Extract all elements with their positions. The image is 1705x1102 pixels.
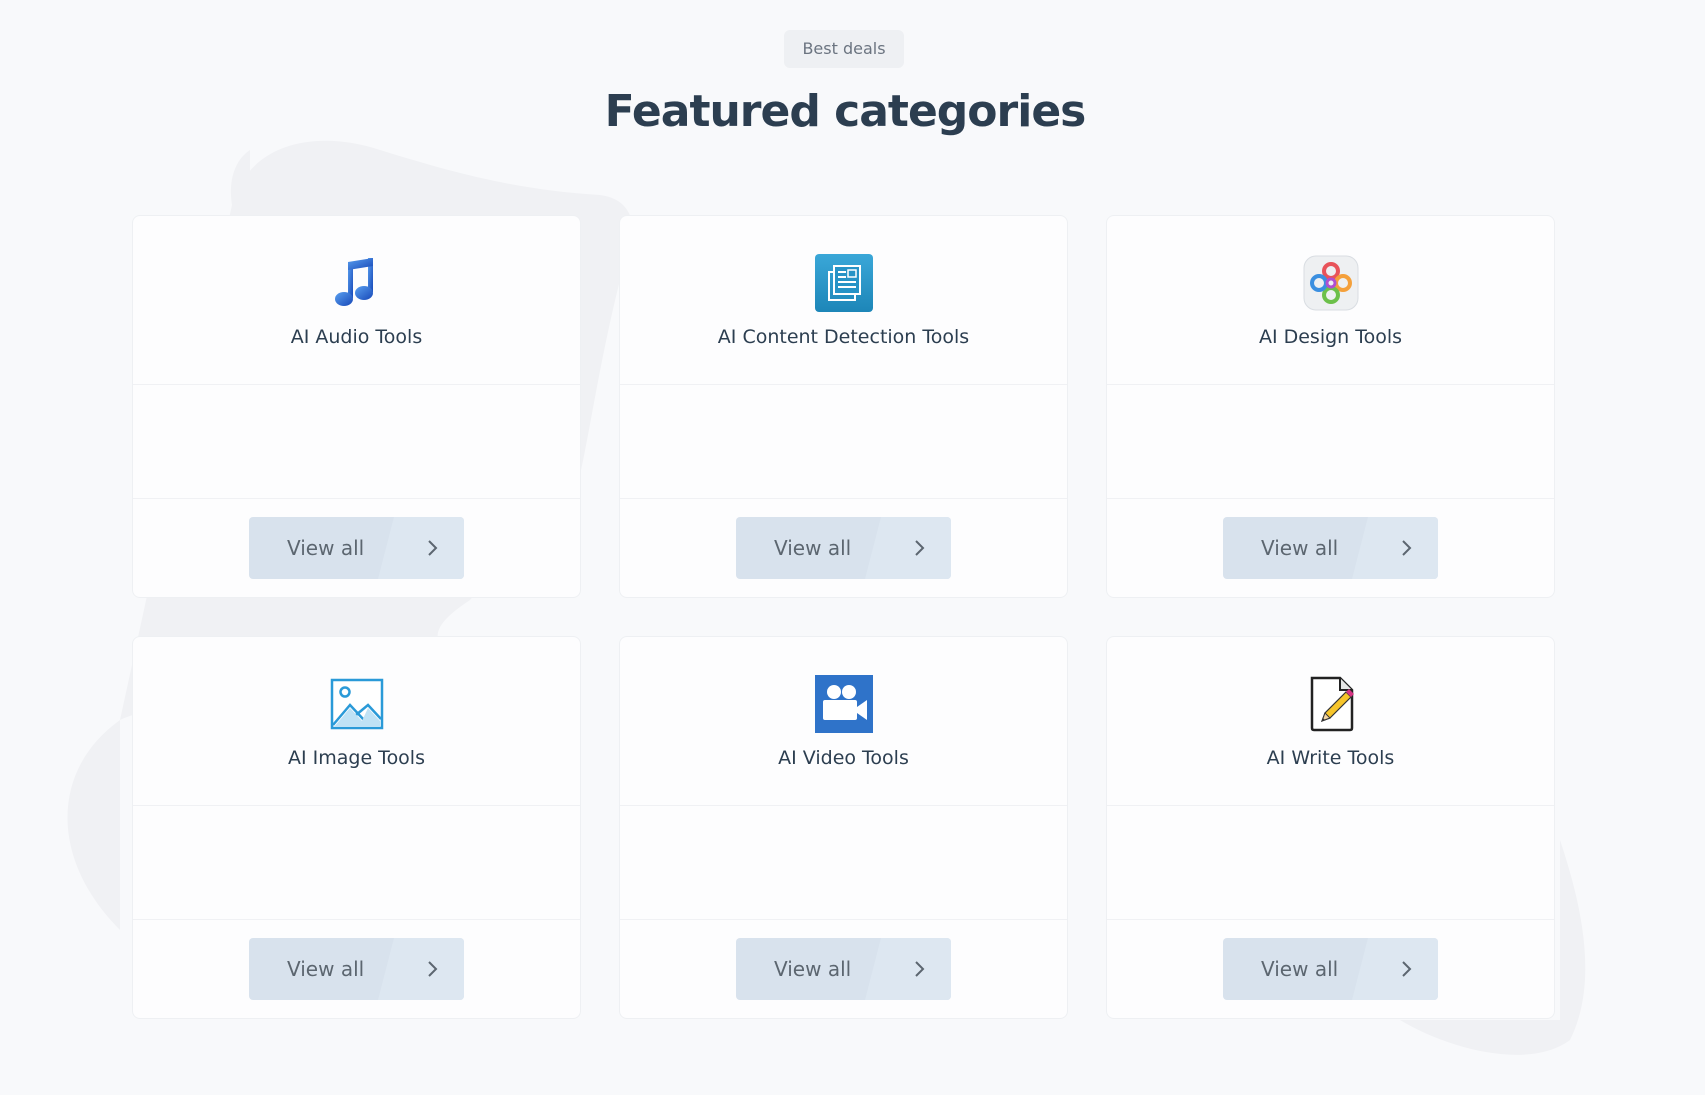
write-pencil-icon — [1310, 676, 1354, 732]
best-deals-badge: Best deals — [784, 30, 904, 68]
category-grid: AI Audio Tools View all AI Content Detec… — [132, 215, 1555, 1019]
view-all-button[interactable]: View all — [249, 938, 464, 1000]
card-body — [133, 385, 580, 499]
view-all-label: View all — [1261, 957, 1339, 981]
view-all-button[interactable]: View all — [736, 938, 951, 1000]
card-body — [620, 806, 1067, 920]
card-body — [1107, 385, 1554, 499]
card-footer: View all — [1107, 920, 1554, 1018]
page-title: Featured categories — [604, 86, 1087, 137]
category-label: AI Video Tools — [778, 747, 909, 769]
category-label: AI Audio Tools — [290, 326, 423, 348]
card-header: AI Video Tools — [620, 637, 1067, 806]
view-all-button[interactable]: View all — [736, 517, 951, 579]
card-header: AI Audio Tools — [133, 216, 580, 385]
card-footer: View all — [133, 499, 580, 597]
card-footer: View all — [133, 920, 580, 1018]
category-card-content-detection: AI Content Detection Tools View all — [619, 215, 1068, 598]
view-all-button[interactable]: View all — [1223, 938, 1438, 1000]
category-label: AI Image Tools — [288, 747, 425, 769]
chevron-right-icon — [1402, 961, 1412, 977]
view-all-label: View all — [287, 536, 365, 560]
image-picture-icon — [330, 678, 383, 730]
view-all-button[interactable]: View all — [249, 517, 464, 579]
category-card-image: AI Image Tools View all — [132, 636, 581, 1019]
chevron-right-icon — [915, 961, 925, 977]
card-footer: View all — [1107, 499, 1554, 597]
category-label: AI Write Tools — [1266, 747, 1395, 769]
music-note-icon — [334, 258, 373, 306]
card-header: AI Design Tools — [1107, 216, 1554, 385]
category-label: AI Design Tools — [1258, 326, 1403, 348]
category-card-video: AI Video Tools View all — [619, 636, 1068, 1019]
design-knot-icon — [1303, 255, 1358, 311]
card-body — [620, 385, 1067, 499]
document-pages-icon — [814, 254, 873, 312]
view-all-label: View all — [774, 536, 852, 560]
view-all-button[interactable]: View all — [1223, 517, 1438, 579]
card-header: AI Write Tools — [1107, 637, 1554, 806]
card-body — [133, 806, 580, 920]
card-footer: View all — [620, 499, 1067, 597]
chevron-right-icon — [428, 961, 438, 977]
category-card-audio: AI Audio Tools View all — [132, 215, 581, 598]
card-header: AI Content Detection Tools — [620, 216, 1067, 385]
category-label: AI Content Detection Tools — [717, 326, 970, 348]
view-all-label: View all — [287, 957, 365, 981]
video-camera-icon — [814, 675, 873, 733]
card-footer: View all — [620, 920, 1067, 1018]
chevron-right-icon — [915, 540, 925, 556]
view-all-label: View all — [1261, 536, 1339, 560]
view-all-label: View all — [774, 957, 852, 981]
category-card-write: AI Write Tools View all — [1106, 636, 1555, 1019]
chevron-right-icon — [428, 540, 438, 556]
featured-categories-page: Best deals Featured categories AI Audio … — [0, 0, 1705, 1095]
category-card-design: AI Design Tools View all — [1106, 215, 1555, 598]
chevron-right-icon — [1402, 540, 1412, 556]
card-body — [1107, 806, 1554, 920]
card-header: AI Image Tools — [133, 637, 580, 806]
